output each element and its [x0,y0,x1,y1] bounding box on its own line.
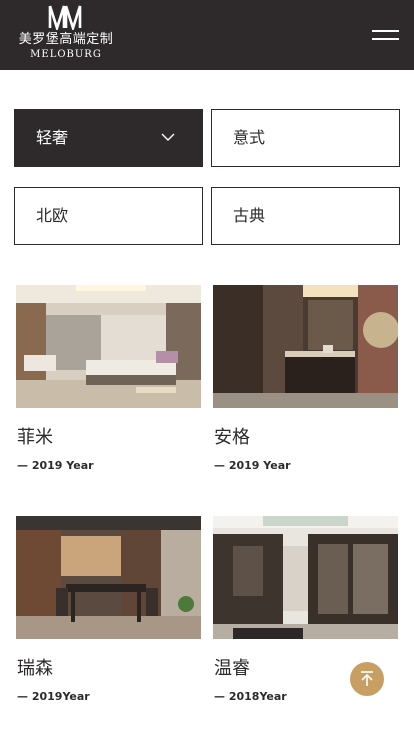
filter-classic[interactable]: 古典 [211,187,400,245]
product-title: 菲米 [17,427,53,448]
brand-name-en: MELOBURG [30,49,102,60]
chevron-down-icon [161,133,175,141]
arrow-up-icon [361,671,373,686]
product-card[interactable]: 瑞森 — 2019Year [16,516,201,706]
dining-room-photo [16,516,201,639]
product-card[interactable]: 安格 — 2019 Year [213,285,398,475]
product-title: 安格 [214,427,250,448]
back-to-top-button[interactable] [350,662,384,696]
filter-luxury[interactable]: 轻奢 [14,109,203,167]
wardrobe-photo [213,516,398,639]
site-header: 美罗堡高端定制 MELOBURG [0,0,414,70]
hamburger-menu-icon[interactable] [372,28,400,42]
filter-label: 轻奢 [36,128,69,147]
filter-label: 意式 [233,128,266,147]
filter-label: 古典 [233,206,266,225]
brand-name-cn: 美罗堡高端定制 [18,32,114,47]
kitchen-island-photo [213,285,398,408]
filter-label: 北欧 [36,206,69,225]
product-year: — 2018Year [214,690,287,703]
filter-italian[interactable]: 意式 [211,109,400,167]
logo-mark-icon [48,5,82,30]
product-year: — 2019 Year [17,459,94,472]
product-card[interactable]: 菲米 — 2019 Year [16,285,201,475]
brand-logo[interactable]: 美罗堡高端定制 MELOBURG [14,4,118,64]
product-year: — 2019Year [17,690,90,703]
filter-nordic[interactable]: 北欧 [14,187,203,245]
product-title: 温睿 [214,658,250,679]
bedroom-photo [16,285,201,408]
product-year: — 2019 Year [214,459,291,472]
product-title: 瑞森 [17,658,53,679]
